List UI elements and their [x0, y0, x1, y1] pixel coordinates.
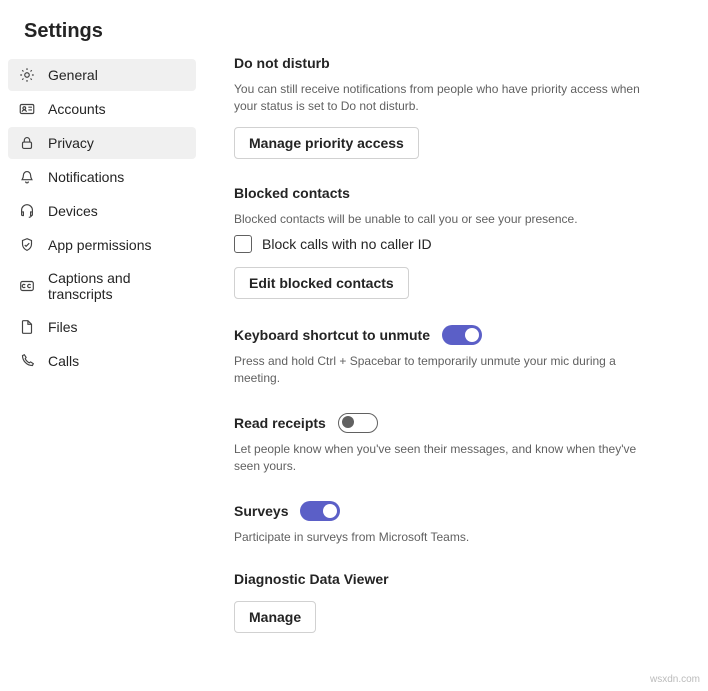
sidebar-item-label: General [48, 67, 98, 83]
sidebar-item-label: Devices [48, 203, 98, 219]
sidebar-item-app-permissions[interactable]: App permissions [8, 229, 196, 261]
sidebar-item-label: Captions and transcripts [48, 270, 186, 302]
file-icon [18, 318, 36, 336]
blocked-title: Blocked contacts [234, 185, 350, 201]
section-keyboard-shortcut: Keyboard shortcut to unmute Press and ho… [234, 325, 678, 387]
sidebar-item-accounts[interactable]: Accounts [8, 93, 196, 125]
diagnostic-manage-button[interactable]: Manage [234, 601, 316, 633]
captions-icon [18, 277, 36, 295]
receipts-desc: Let people know when you've seen their m… [234, 441, 644, 475]
keyboard-title: Keyboard shortcut to unmute [234, 327, 430, 343]
sidebar-item-label: Privacy [48, 135, 94, 151]
headset-icon [18, 202, 36, 220]
watermark: wsxdn.com [650, 674, 700, 685]
block-no-caller-id-row[interactable]: Block calls with no caller ID [234, 235, 678, 253]
dnd-title: Do not disturb [234, 55, 330, 71]
section-surveys: Surveys Participate in surveys from Micr… [234, 501, 678, 546]
blocked-desc: Blocked contacts will be unable to call … [234, 211, 644, 228]
id-card-icon [18, 100, 36, 118]
sidebar-item-label: Calls [48, 353, 79, 369]
page-title: Settings [0, 0, 708, 55]
gear-icon [18, 66, 36, 84]
sidebar-item-calls[interactable]: Calls [8, 345, 196, 377]
shield-icon [18, 236, 36, 254]
main-panel: Do not disturb You can still receive not… [204, 55, 708, 659]
sidebar-item-label: Files [48, 319, 78, 335]
sidebar-item-files[interactable]: Files [8, 311, 196, 343]
bell-icon [18, 168, 36, 186]
keyboard-desc: Press and hold Ctrl + Spacebar to tempor… [234, 353, 644, 387]
section-read-receipts: Read receipts Let people know when you'v… [234, 413, 678, 475]
section-blocked-contacts: Blocked contacts Blocked contacts will b… [234, 185, 678, 300]
receipts-title: Read receipts [234, 415, 326, 431]
section-diagnostic-data: Diagnostic Data Viewer Manage [234, 571, 678, 633]
block-no-caller-id-checkbox[interactable] [234, 235, 252, 253]
sidebar-item-devices[interactable]: Devices [8, 195, 196, 227]
surveys-title: Surveys [234, 503, 288, 519]
block-no-caller-id-label: Block calls with no caller ID [262, 236, 432, 252]
sidebar-item-notifications[interactable]: Notifications [8, 161, 196, 193]
sidebar: General Accounts Privacy Notifications D [0, 55, 204, 659]
diag-title: Diagnostic Data Viewer [234, 571, 389, 587]
sidebar-item-general[interactable]: General [8, 59, 196, 91]
manage-priority-access-button[interactable]: Manage priority access [234, 127, 419, 159]
sidebar-item-label: Accounts [48, 101, 106, 117]
dnd-desc: You can still receive notifications from… [234, 81, 644, 115]
surveys-desc: Participate in surveys from Microsoft Te… [234, 529, 644, 546]
lock-icon [18, 134, 36, 152]
sidebar-item-privacy[interactable]: Privacy [8, 127, 196, 159]
sidebar-item-label: Notifications [48, 169, 124, 185]
phone-icon [18, 352, 36, 370]
keyboard-unmute-toggle[interactable] [442, 325, 482, 345]
read-receipts-toggle[interactable] [338, 413, 378, 433]
surveys-toggle[interactable] [300, 501, 340, 521]
edit-blocked-contacts-button[interactable]: Edit blocked contacts [234, 267, 409, 299]
sidebar-item-label: App permissions [48, 237, 152, 253]
section-do-not-disturb: Do not disturb You can still receive not… [234, 55, 678, 159]
sidebar-item-captions[interactable]: Captions and transcripts [8, 263, 196, 309]
